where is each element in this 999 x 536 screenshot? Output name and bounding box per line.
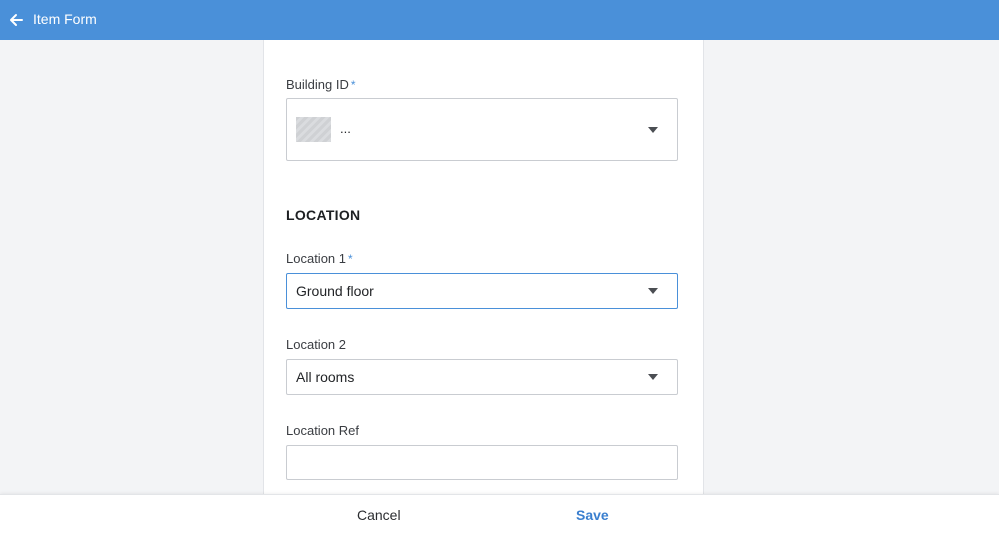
location-1-value: Ground floor — [296, 283, 374, 299]
save-button[interactable]: Save — [576, 507, 609, 523]
location-ref-label: Location Ref — [286, 423, 359, 438]
building-thumbnail — [296, 117, 331, 142]
location-ref-input[interactable] — [286, 445, 678, 480]
chevron-down-icon — [648, 288, 658, 294]
chevron-down-icon — [648, 126, 658, 133]
location-2-select[interactable]: All rooms — [286, 359, 678, 395]
building-id-select[interactable]: ... — [286, 98, 678, 161]
footer-bar: Cancel Save — [0, 494, 999, 536]
location-1-select[interactable]: Ground floor — [286, 273, 678, 309]
location-2-label: Location 2 — [286, 337, 346, 352]
required-marker: * — [350, 78, 356, 92]
location-1-label: Location 1 * — [286, 251, 353, 266]
required-marker: * — [348, 252, 353, 266]
cancel-button[interactable]: Cancel — [357, 507, 401, 523]
building-id-value: ... — [340, 121, 351, 136]
building-id-label: Building ID * — [286, 77, 356, 92]
chevron-down-icon — [648, 374, 658, 380]
location-ref-label-text: Location Ref — [286, 423, 359, 438]
location-2-value: All rooms — [296, 369, 355, 385]
back-button[interactable] — [4, 8, 28, 32]
location-1-label-text: Location 1 — [286, 251, 346, 266]
arrow-left-icon — [10, 14, 23, 26]
location-2-label-text: Location 2 — [286, 337, 346, 352]
app-header: Item Form — [0, 0, 999, 40]
building-id-label-text: Building ID — [286, 77, 349, 92]
location-section-heading: LOCATION — [286, 207, 361, 223]
page-title: Item Form — [33, 11, 97, 27]
